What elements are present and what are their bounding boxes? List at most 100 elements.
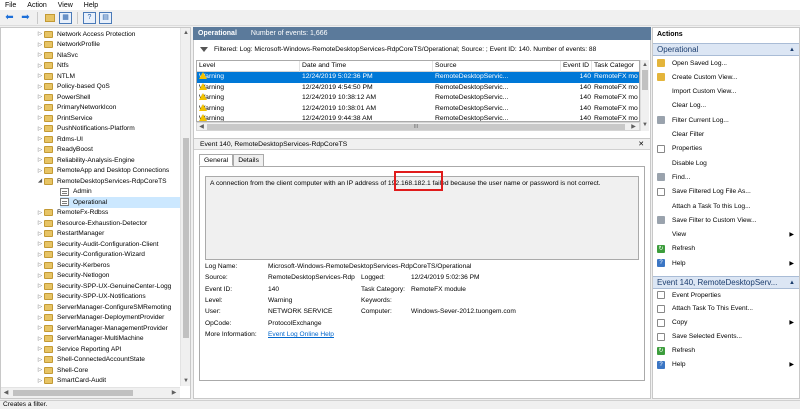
expand-arrow-icon[interactable]: ▷ (36, 42, 44, 48)
scroll-left-icon[interactable]: ◀ (197, 122, 206, 132)
expand-arrow-icon[interactable]: ▷ (36, 73, 44, 79)
folder-up-icon[interactable] (43, 12, 56, 24)
help-icon[interactable]: ? (83, 11, 96, 24)
tree-item[interactable]: ▷ Shell-Core (36, 365, 180, 376)
collapse-icon[interactable]: ▲ (789, 280, 795, 286)
tree-item[interactable]: ▷ ReadyBoost (36, 145, 180, 156)
tree-vertical-scrollbar[interactable]: ▲ ▼ (180, 28, 190, 386)
scroll-thumb[interactable]: III (207, 124, 625, 130)
scroll-up-icon[interactable]: ▲ (181, 28, 191, 38)
expand-arrow-icon[interactable]: ▷ (36, 94, 44, 100)
expand-arrow-icon[interactable]: ▷ (36, 231, 44, 237)
expand-arrow-icon[interactable]: ▷ (36, 136, 44, 142)
actions-section-event[interactable]: Event 140, RemoteDesktopServ... ▲ (653, 276, 799, 289)
tree-item[interactable]: ▷ PrimaryNetworkIcon (36, 103, 180, 114)
table-horizontal-scrollbar[interactable]: ◀ III ▶ (196, 122, 640, 131)
expand-arrow-icon[interactable]: ▷ (36, 210, 44, 216)
action-item[interactable]: ↻ Refresh (653, 345, 799, 357)
action-item[interactable]: Save Selected Events... (653, 331, 799, 343)
action-item[interactable]: Save Filtered Log File As... (653, 186, 799, 198)
expand-arrow-icon[interactable]: ▷ (36, 168, 44, 174)
expand-arrow-icon[interactable]: ▷ (36, 315, 44, 321)
table-row[interactable]: Warning 12/24/2019 10:38:01 AM RemoteDeskt… (197, 103, 639, 115)
table-row[interactable]: Warning 12/24/2019 10:38:12 AM RemoteDeskt… (197, 93, 639, 104)
collapse-icon[interactable]: ▲ (789, 47, 795, 53)
tree-item[interactable]: ▷ Ntfs (36, 61, 180, 72)
action-item[interactable]: Attach Task To This Event... (653, 303, 799, 315)
expand-arrow-icon[interactable]: ▷ (36, 346, 44, 352)
expand-arrow-icon[interactable]: ▷ (36, 325, 44, 331)
expand-arrow-icon[interactable]: ▷ (36, 367, 44, 373)
tree-item[interactable]: ▷ Shell-ConnectedAccountState (36, 355, 180, 366)
tree-item[interactable]: ▷ Policy-based QoS (36, 82, 180, 93)
column-event-id[interactable]: Event ID (561, 61, 592, 72)
tree-item[interactable]: ▷ RestartManager (36, 229, 180, 240)
column-level[interactable]: Level (197, 61, 300, 72)
expand-arrow-icon[interactable]: ▷ (36, 378, 44, 384)
tab-general[interactable]: General (199, 154, 234, 166)
expand-arrow-icon[interactable]: ▷ (36, 252, 44, 258)
scroll-down-icon[interactable]: ▼ (181, 376, 191, 386)
show-hide-tree-icon[interactable]: ▦ (59, 11, 72, 24)
expand-arrow-icon[interactable]: ▷ (36, 220, 44, 226)
expand-arrow-icon[interactable]: ▷ (36, 63, 44, 69)
tree-item[interactable]: ▷ Reliability-Analysis-Engine (36, 155, 180, 166)
scroll-thumb[interactable] (642, 70, 648, 90)
scroll-thumb[interactable] (13, 390, 133, 396)
action-item[interactable]: Properties (653, 143, 799, 155)
action-item[interactable]: ↻ Refresh (653, 243, 799, 255)
menu-file[interactable]: File (5, 2, 16, 9)
actions-section-operational[interactable]: Operational ▲ (653, 43, 799, 56)
column-date[interactable]: Date and Time (300, 61, 433, 72)
tree-item[interactable]: ▷ Service Reporting API (36, 344, 180, 355)
action-item[interactable]: Attach a Task To this Log... (653, 200, 799, 212)
tree-item[interactable]: ▷ ServerManager-MultiMachine (36, 334, 180, 345)
expand-arrow-icon[interactable]: ▷ (36, 283, 44, 289)
tree-item[interactable]: ▷ Network Access Protection (36, 29, 180, 40)
event-log-online-help-link[interactable]: Event Log Online Help (268, 331, 334, 338)
expand-arrow-icon[interactable]: ▷ (36, 126, 44, 132)
column-task-category[interactable]: Task Categor (592, 61, 639, 72)
action-item[interactable]: Import Custom View... (653, 86, 799, 98)
expand-arrow-icon[interactable]: ▷ (36, 105, 44, 111)
action-item[interactable]: Create Custom View... (653, 71, 799, 83)
tree-item[interactable]: ▷ NTLM (36, 71, 180, 82)
tree-horizontal-scrollbar[interactable]: ◀ ▶ (1, 387, 180, 398)
properties-icon[interactable]: ▤ (99, 11, 112, 24)
tree-item[interactable]: ▷ NetworkProfile (36, 40, 180, 51)
table-vertical-scrollbar[interactable]: ▲ ▼ (640, 60, 649, 131)
scroll-up-icon[interactable]: ▲ (641, 60, 649, 70)
scroll-right-icon[interactable]: ▶ (169, 388, 179, 398)
column-source[interactable]: Source (433, 61, 561, 72)
table-row[interactable]: Warning 12/24/2019 5:02:36 PM RemoteDeskto… (197, 72, 639, 83)
tree-item[interactable]: ▷ PushNotifications-Platform (36, 124, 180, 135)
table-row[interactable]: Warning 12/24/2019 9:44:38 AM RemoteDeskto… (197, 114, 639, 121)
expand-arrow-icon[interactable]: ▷ (36, 273, 44, 279)
action-item[interactable]: ? Help ▶ (653, 257, 799, 269)
tree-item[interactable]: ▷ ServerManager-ManagementProvider (36, 323, 180, 334)
forward-arrow-icon[interactable]: ➡ (19, 12, 32, 24)
action-item[interactable]: Find... (653, 171, 799, 183)
tree-item[interactable]: ▷ Security-Netlogon (36, 271, 180, 282)
action-item[interactable]: Save Filter to Custom View... (653, 214, 799, 226)
action-item[interactable]: Clear Filter (653, 129, 799, 141)
tab-details[interactable]: Details (233, 154, 264, 166)
menu-help[interactable]: Help (84, 2, 98, 9)
action-item[interactable]: View ▶ (653, 229, 799, 241)
action-item[interactable]: Event Properties (653, 289, 799, 301)
table-row[interactable]: Warning 12/24/2019 4:54:50 PM RemoteDeskto… (197, 82, 639, 94)
action-item[interactable]: Filter Current Log... (653, 114, 799, 126)
tree-item[interactable]: ▷ SmartCard-Audit (36, 376, 180, 387)
expand-arrow-icon[interactable]: ▷ (36, 357, 44, 363)
tree-item[interactable]: ▷ Resource-Exhaustion-Detector (36, 218, 180, 229)
tree-item[interactable]: ▷ PowerShell (36, 92, 180, 103)
tree-item[interactable]: ▷ NlaSvc (36, 50, 180, 61)
expand-arrow-icon[interactable]: ▷ (36, 84, 44, 90)
expand-arrow-icon[interactable]: ▷ (36, 241, 44, 247)
menu-view[interactable]: View (58, 2, 73, 9)
close-icon[interactable]: ✕ (638, 140, 644, 148)
menu-action[interactable]: Action (27, 2, 46, 9)
back-arrow-icon[interactable]: ⬅ (3, 12, 16, 24)
action-item[interactable]: Disable Log (653, 157, 799, 169)
scroll-thumb[interactable] (183, 138, 189, 338)
